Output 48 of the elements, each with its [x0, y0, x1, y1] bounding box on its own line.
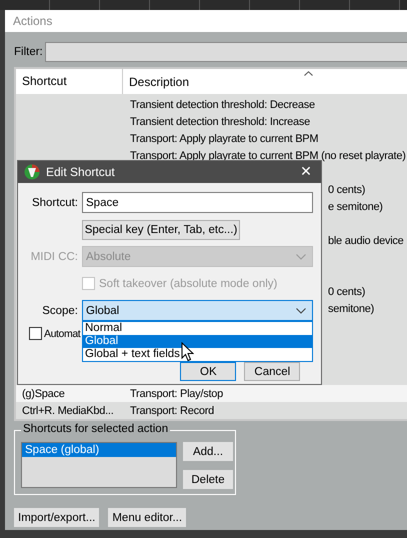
group-button[interactable]: Add... — [183, 442, 233, 461]
description-cell: e semitone) — [328, 200, 383, 212]
close-button[interactable]: ✕ — [291, 161, 321, 183]
scope-option[interactable]: Global + text fields — [83, 348, 312, 361]
scope-option[interactable]: Global — [83, 335, 312, 348]
description-cell: Transport: Apply playrate to current BPM (no reset playrate) — [130, 150, 406, 162]
action-row[interactable]: Transport: Apply playrate to current BPM — [16, 130, 407, 147]
sort-caret-icon — [304, 71, 313, 76]
automation-checkbox[interactable]: Automat — [29, 327, 80, 340]
description-cell: 0 cents) — [328, 286, 366, 298]
dialog-title: Edit Shortcut — [46, 165, 116, 179]
bottom-button[interactable]: Menu editor... — [108, 508, 186, 527]
description-cell: Transport: Apply playrate to current BPM — [130, 132, 318, 144]
scope-dropdown[interactable]: Global — [82, 300, 313, 321]
filter-label: Filter: — [14, 46, 43, 58]
bottom-button[interactable]: Import/export... — [14, 508, 100, 527]
shortcut-label: Shortcut: — [30, 196, 78, 208]
app-logo-icon — [24, 164, 40, 180]
midi-cc-label: MIDI CC: — [30, 250, 78, 262]
scope-option[interactable]: Normal — [83, 322, 312, 335]
scope-label: Scope: — [41, 304, 78, 316]
chevron-down-icon — [296, 308, 306, 314]
action-row[interactable]: Transient detection threshold: Increase — [16, 113, 407, 130]
action-row[interactable]: Ctrl+R. MediaKbd... Transport: Record — [16, 402, 407, 419]
description-cell: Transient detection threshold: Decrease — [130, 98, 315, 110]
window-title: Actions — [13, 14, 52, 28]
shortcut-item[interactable]: Space (global) — [22, 443, 176, 457]
special-key-button[interactable]: Special key (Enter, Tab, etc...) — [82, 220, 240, 240]
dialog-button[interactable]: OK — [180, 362, 236, 381]
column-header[interactable]: Shortcut — [16, 69, 123, 94]
action-row[interactable]: Transport: Apply playrate to current BPM (no reset playrate) — [16, 147, 407, 164]
shortcut-cell: Ctrl+R. MediaKbd... — [22, 404, 114, 416]
filter-field[interactable] — [44, 42, 407, 62]
description-cell: semitone) — [328, 302, 374, 314]
shortcut-field[interactable]: Space — [82, 192, 313, 213]
group-title: Shortcuts for selected action — [21, 423, 170, 435]
group-button[interactable]: Delete — [183, 470, 233, 489]
description-cell: Transient detection threshold: Increase — [130, 116, 310, 128]
description-cell: 0 cents) — [328, 184, 366, 196]
dialog-button[interactable]: Cancel — [244, 362, 300, 381]
column-header[interactable]: Description — [123, 74, 190, 88]
shortcut-cell: (g)Space — [22, 388, 65, 400]
description-cell: ble audio device — [328, 234, 404, 246]
action-row[interactable]: Transient detection threshold: Decrease — [16, 96, 407, 113]
action-row[interactable]: (g)Space Transport: Play/stop — [16, 385, 407, 402]
description-cell: Transport: Record — [130, 404, 214, 416]
description-cell: Transport: Play/stop — [130, 388, 224, 400]
chevron-down-icon — [296, 254, 306, 260]
